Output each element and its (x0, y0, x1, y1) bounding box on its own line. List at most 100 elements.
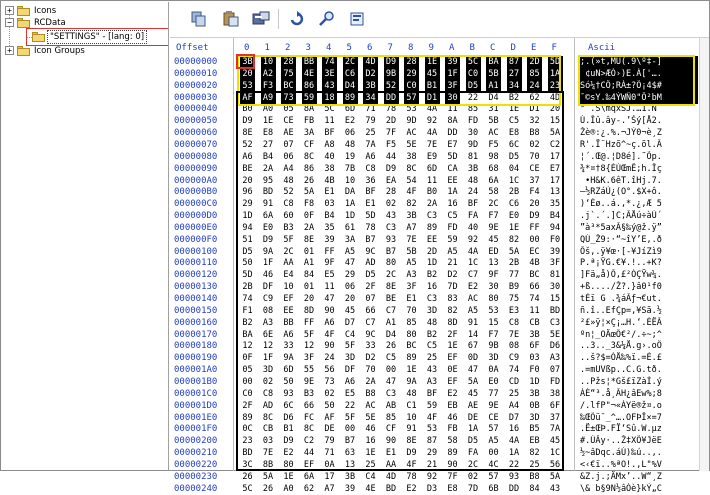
ascii-row[interactable]: ñ.î..EfÇp=‚¥Sã.½ (580, 305, 698, 317)
offset-header: Offset (176, 43, 209, 53)
find-icon[interactable] (318, 10, 336, 28)
hex-byte[interactable]: 6A (302, 471, 317, 483)
row-offset: 00000220 (174, 459, 218, 470)
row-offset: 00000040 (174, 104, 218, 115)
ascii-row[interactable]: ”à³*5axÃ§‰ý@ž.ÿ” (580, 222, 698, 234)
hex-byte[interactable]: D3 (425, 483, 440, 495)
ascii-row[interactable]: ºn¦_OÄœÔ€²/.÷~;^ (580, 329, 698, 341)
ascii-row[interactable]: #.ÙÂy·..Ž‡XÕ¥JëE (580, 435, 698, 447)
row-offset: 00000240 (174, 483, 218, 494)
ascii-row[interactable]: .=mUVßp..C.G.tð. (580, 364, 698, 376)
ascii-row[interactable]: \& b§9N½âÓè}kÝ„C (580, 483, 698, 495)
tree-item-label: "SETTINGS" - [lang: 0] (46, 30, 148, 44)
ascii-row[interactable]: ..Pžs¦*Gš£ïZàÍ.ý (580, 376, 698, 388)
hex-byte[interactable]: C4 (363, 471, 378, 483)
hex-byte[interactable]: 5A (261, 471, 276, 483)
hex-byte[interactable]: A0 (281, 483, 296, 495)
hex-byte[interactable]: 02 (466, 471, 481, 483)
hex-byte[interactable]: 6B (486, 483, 501, 495)
hex-byte[interactable]: 5A (548, 471, 563, 483)
vertical-scrollbar[interactable] (699, 38, 709, 471)
hex-byte[interactable]: 5C (240, 483, 255, 495)
hex-byte[interactable]: 1E (281, 471, 296, 483)
ascii-row[interactable]: .Ë±ŒÞ.FÏ‘Sû.W.µz (580, 423, 698, 435)
hex-column-header: D (510, 43, 516, 53)
toolbar-separator (278, 9, 279, 29)
ascii-row[interactable]: –½RZáÚ¿(O°.$X+ô. (580, 186, 698, 198)
hex-byte[interactable]: 78 (404, 471, 419, 483)
expand-icon[interactable]: + (5, 46, 14, 55)
hex-byte[interactable]: 4D (384, 471, 399, 483)
ascii-row[interactable]: /.lfP"¬«ÁYë®ž¤.o (580, 400, 698, 412)
hex-byte[interactable]: 7F (445, 471, 460, 483)
hex-column-header: 9 (428, 43, 434, 53)
tree-item-icon-groups[interactable]: + Icon Groups (4, 45, 164, 57)
hex-column-header: F (551, 43, 557, 53)
hex-byte[interactable]: E8 (445, 483, 460, 495)
ascii-row[interactable]: Õš,.ÿ¥œ·[-¥JíZì9 (580, 246, 698, 258)
ascii-row[interactable]: <‹€ï..%ªO!.,L"%V (580, 459, 698, 471)
row-offset: 00000090 (174, 163, 218, 174)
resource-tree[interactable]: + Icons − RCData "SETTINGS" - [lang: 0] … (2, 2, 169, 470)
hex-byte[interactable]: DD (507, 483, 522, 495)
paste-special-icon[interactable] (252, 10, 270, 28)
hex-byte[interactable]: 43 (548, 483, 563, 495)
ascii-row[interactable]: R'.Ï¨Hzõ^~ç.õl.Â (580, 139, 698, 151)
hex-byte[interactable]: A7 (322, 483, 337, 495)
ascii-row[interactable]: Ù.Îû.ây-.’Šý[Å2. (580, 115, 698, 127)
hex-byte[interactable]: 84 (527, 483, 542, 495)
row-offset: 00000020 (174, 80, 218, 91)
ascii-row[interactable]: Žè®:¿.%.¬JÝ0¬è¸Z (580, 127, 698, 139)
hex-byte[interactable]: BD (384, 483, 399, 495)
row-offset: 000000B0 (174, 187, 218, 198)
ascii-row[interactable]: ÀÈ“³.å¸ÃH¿âEw%;8 (580, 388, 698, 400)
ascii-row[interactable]: ²£»ÿ¦×Ç¡…H.‘.ÈËÃ (580, 317, 698, 329)
ascii-row[interactable]: ‰ŒÖü¯_^….OFÞÎ×=7 (580, 412, 698, 424)
hex-byte[interactable]: 26 (261, 483, 276, 495)
ascii-row[interactable]: .j`.´.]C;ÃÅú÷àÙ´ (580, 210, 698, 222)
ascii-row[interactable]: )‘Èø..á.‚*.¿,Æ 5 (580, 198, 698, 210)
ascii-row[interactable]: P.ª¡ŸG.€¥.!..+K? (580, 257, 698, 269)
ascii-row[interactable]: ¦´.Œ@.¦D8é].˜Õp. (580, 151, 698, 163)
row-offset: 00000110 (174, 258, 218, 269)
ascii-row[interactable]: &Z.j.;ÄMx’..W“¸Z (580, 471, 698, 483)
goto-icon[interactable] (349, 10, 367, 28)
hex-editor[interactable]: Offset 0123456789ABCDEF Ascii 00000000 00… (170, 37, 709, 494)
ascii-row[interactable]: •H&K.6êT.îHj.7. (580, 175, 698, 187)
row-offset: 00000120 (174, 270, 218, 281)
hex-byte[interactable]: 17 (322, 471, 337, 483)
hex-byte[interactable]: E2 (404, 483, 419, 495)
data-region-box (236, 91, 564, 471)
hex-byte[interactable]: 7D (466, 483, 481, 495)
hex-byte[interactable]: 39 (343, 483, 358, 495)
hex-byte[interactable]: 92 (425, 471, 440, 483)
ascii-row[interactable]: ..š?$=ÒÅ‰%ï.=É.£ (580, 352, 698, 364)
hex-byte[interactable]: B8 (527, 471, 542, 483)
hex-column-header: 3 (305, 43, 311, 53)
row-offset: 000001B0 (174, 376, 218, 387)
collapse-icon[interactable]: − (5, 18, 14, 27)
toolbar (170, 2, 709, 36)
hex-byte[interactable]: 62 (302, 483, 317, 495)
refresh-icon[interactable] (288, 10, 306, 28)
paste-icon[interactable] (222, 10, 240, 28)
tree-item-settings[interactable]: "SETTINGS" - [lang: 0] (32, 30, 168, 44)
row-offset: 000000C0 (174, 199, 218, 210)
hex-byte[interactable]: 93 (507, 471, 522, 483)
hex-byte[interactable]: 57 (486, 471, 501, 483)
ascii-row[interactable]: ]Fä„å)Õ,£²ÒÇŸw¼. (580, 269, 698, 281)
ascii-row[interactable]: ½~âDqc.áÙ)‰ú..‚. (580, 447, 698, 459)
expand-icon[interactable]: + (5, 6, 14, 15)
ascii-row[interactable]: QÙ_Ž9:·“~îY’E‚.ð (580, 234, 698, 246)
ascii-row[interactable]: tÉï G .¾áÃƒ¬€ut. (580, 293, 698, 305)
hex-byte[interactable]: 3B (343, 471, 358, 483)
hex-column-header: 1 (264, 43, 270, 53)
ascii-row[interactable]: ..3.._3&¼Å.g›.oÖ (580, 340, 698, 352)
copy-icon[interactable] (190, 10, 208, 28)
ascii-row[interactable]: ¾*¤†8{ÈÙŒmÊ;h.Îç (580, 163, 698, 175)
ascii-row[interactable]: +ß..../Ž?.}â0¹f0 (580, 281, 698, 293)
tree-item-icons[interactable]: + Icons (4, 5, 164, 17)
row-offset: 000000A0 (174, 175, 218, 186)
hex-byte[interactable]: 26 (240, 471, 255, 483)
hex-byte[interactable]: 4E (363, 483, 378, 495)
